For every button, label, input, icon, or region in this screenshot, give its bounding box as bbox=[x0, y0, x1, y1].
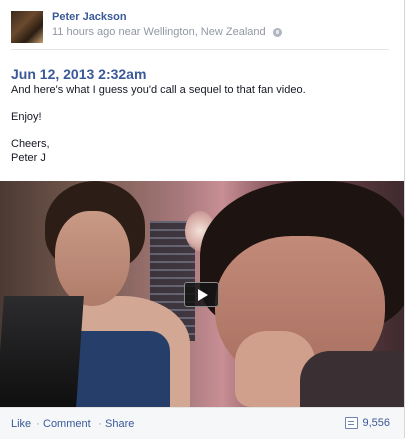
comment-count-value: 9,556 bbox=[362, 417, 390, 429]
post-body-line: And here's what I guess you'd call a seq… bbox=[11, 84, 306, 96]
action-bar: Like · Comment · Share 9,556 bbox=[0, 407, 404, 439]
separator: · bbox=[36, 418, 40, 430]
comment-icon bbox=[345, 417, 359, 429]
share-link[interactable]: Share bbox=[105, 418, 134, 430]
post-timestamp-location[interactable]: 11 hours ago near Wellington, New Zealan… bbox=[52, 26, 266, 38]
comment-count[interactable]: 9,556 bbox=[345, 417, 390, 429]
video-laptop bbox=[0, 296, 84, 407]
post-card: Peter Jackson 11 hours ago near Wellingt… bbox=[0, 0, 405, 439]
video-person-left-face bbox=[55, 211, 130, 306]
like-link[interactable]: Like bbox=[11, 418, 31, 430]
post-body-line: Enjoy! bbox=[11, 111, 42, 123]
author-name[interactable]: Peter Jackson bbox=[52, 11, 127, 23]
header-divider bbox=[11, 49, 389, 50]
avatar[interactable] bbox=[11, 11, 43, 43]
separator: · bbox=[98, 418, 102, 430]
video-person-right-shoulder bbox=[300, 351, 404, 407]
post-meta: 11 hours ago near Wellington, New Zealan… bbox=[52, 26, 282, 38]
play-icon bbox=[198, 288, 208, 301]
comment-link[interactable]: Comment bbox=[43, 418, 91, 430]
post-date: Jun 12, 2013 2:32am bbox=[11, 66, 147, 82]
post-body: And here's what I guess you'd call a seq… bbox=[11, 83, 391, 165]
play-button[interactable] bbox=[184, 282, 219, 307]
video-thumbnail[interactable] bbox=[0, 181, 404, 407]
post-body-line: Cheers, bbox=[11, 138, 50, 150]
post-body-line: Peter J bbox=[11, 152, 46, 164]
globe-icon[interactable] bbox=[272, 27, 282, 37]
